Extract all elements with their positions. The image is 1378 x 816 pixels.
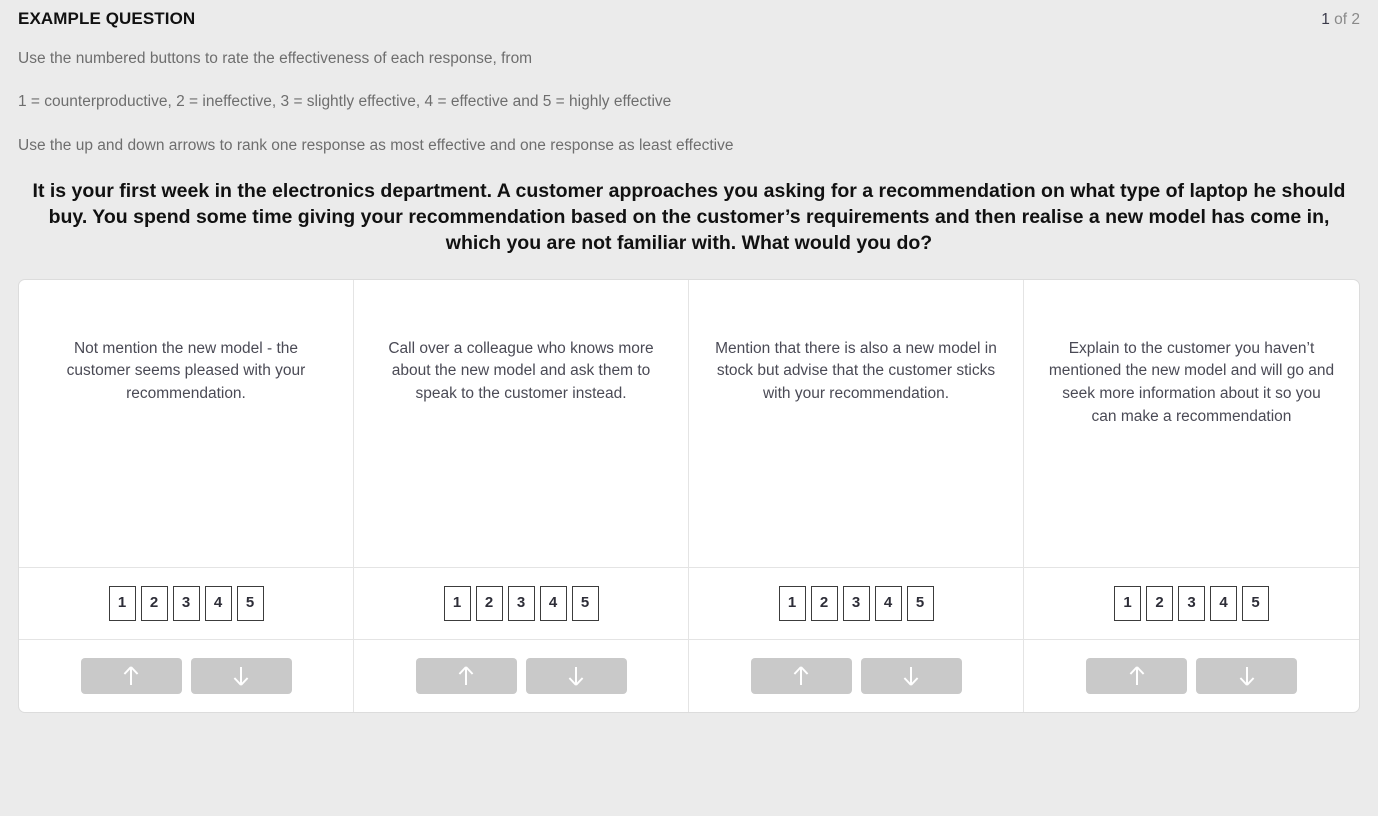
response-column-2: Call over a colleague who knows more abo… xyxy=(354,279,689,712)
rating-button-1-2[interactable]: 2 xyxy=(140,585,168,621)
arrow-down-icon xyxy=(1239,666,1254,686)
instruction-line-1: Use the numbered buttons to rate the eff… xyxy=(18,50,533,67)
rating-button-1-1[interactable]: 1 xyxy=(108,585,136,621)
rating-button-2-4[interactable]: 4 xyxy=(539,585,567,621)
response-text-1: Not mention the new model - the customer… xyxy=(19,280,353,568)
page-title: EXAMPLE QUESTION xyxy=(18,9,196,28)
instruction-line-3: Use the up and down arrows to rank one r… xyxy=(18,136,734,154)
rank-row-3 xyxy=(689,640,1023,712)
rating-row-2: 1 2 3 4 5 xyxy=(354,568,688,640)
rating-row-1: 1 2 3 4 5 xyxy=(19,568,353,640)
rating-button-1-4[interactable]: 4 xyxy=(204,585,232,621)
rating-button-4-5[interactable]: 5 xyxy=(1242,585,1269,621)
page-header: EXAMPLE QUESTION 1 of 2 xyxy=(18,0,1360,35)
rating-button-3-4[interactable]: 4 xyxy=(874,585,902,621)
rating-button-4-3[interactable]: 3 xyxy=(1178,585,1205,621)
rating-button-3-5[interactable]: 5 xyxy=(906,585,934,621)
response-column-4: Explain to the customer you haven’t ment… xyxy=(1024,280,1359,712)
example-question-page: EXAMPLE QUESTION 1 of 2 Use the numbered… xyxy=(0,0,1378,816)
rating-row-4: 1 2 3 4 5 xyxy=(1024,568,1359,640)
rating-button-3-3[interactable]: 3 xyxy=(842,585,870,621)
rating-button-4-2[interactable]: 2 xyxy=(1146,585,1173,621)
response-text-3: Mention that there is also a new model i… xyxy=(689,280,1023,568)
arrow-down-icon xyxy=(233,666,249,686)
rank-up-button-3[interactable] xyxy=(750,657,852,694)
arrow-up-icon xyxy=(1129,665,1144,685)
rating-button-1-3[interactable]: 3 xyxy=(172,585,200,621)
rating-button-3-1[interactable]: 1 xyxy=(778,585,806,621)
rank-up-button-1[interactable] xyxy=(80,657,182,694)
rating-row-3: 1 2 3 4 5 xyxy=(689,568,1023,640)
page-counter-current: 1 xyxy=(1321,11,1330,28)
rating-button-2-1[interactable]: 1 xyxy=(443,585,471,621)
arrow-down-icon xyxy=(903,666,919,686)
responses-panel: Not mention the new model - the customer… xyxy=(18,278,1360,713)
response-column-3: Mention that there is also a new model i… xyxy=(689,279,1024,712)
rank-down-button-2[interactable] xyxy=(525,657,627,694)
arrow-down-icon xyxy=(568,666,584,686)
rank-down-button-3[interactable] xyxy=(860,657,962,694)
rating-button-2-3[interactable]: 3 xyxy=(507,585,535,621)
rating-button-4-4[interactable]: 4 xyxy=(1210,585,1237,621)
page-counter-total: of 2 xyxy=(1329,11,1360,28)
rank-row-4 xyxy=(1024,640,1359,712)
response-text-4: Explain to the customer you haven’t ment… xyxy=(1024,280,1359,568)
instruction-line-2: 1 = counterproductive, 2 = ineffective, … xyxy=(18,93,672,111)
arrow-up-icon xyxy=(123,665,139,685)
rank-down-button-1[interactable] xyxy=(190,657,292,694)
responses-grid: Not mention the new model - the customer… xyxy=(19,279,1359,712)
response-text-2: Call over a colleague who knows more abo… xyxy=(354,280,688,568)
rank-up-button-2[interactable] xyxy=(415,657,517,694)
page-counter: 1 of 2 xyxy=(1321,11,1360,29)
response-column-1: Not mention the new model - the customer… xyxy=(19,279,354,712)
rating-button-4-1[interactable]: 1 xyxy=(1114,585,1141,621)
arrow-up-icon xyxy=(793,665,809,685)
instructions-block: Use the numbered buttons to rate the eff… xyxy=(18,35,1360,155)
rating-button-1-5[interactable]: 5 xyxy=(236,585,264,621)
question-text: It is your first week in the electronics… xyxy=(32,180,1346,255)
arrow-up-icon xyxy=(458,665,474,685)
rank-up-button-4[interactable] xyxy=(1086,657,1187,694)
rating-button-2-2[interactable]: 2 xyxy=(475,585,503,621)
rating-button-3-2[interactable]: 2 xyxy=(810,585,838,621)
rank-down-button-4[interactable] xyxy=(1196,657,1297,694)
rating-button-2-5[interactable]: 5 xyxy=(571,585,599,621)
rank-row-2 xyxy=(354,640,688,712)
rank-row-1 xyxy=(19,640,353,712)
